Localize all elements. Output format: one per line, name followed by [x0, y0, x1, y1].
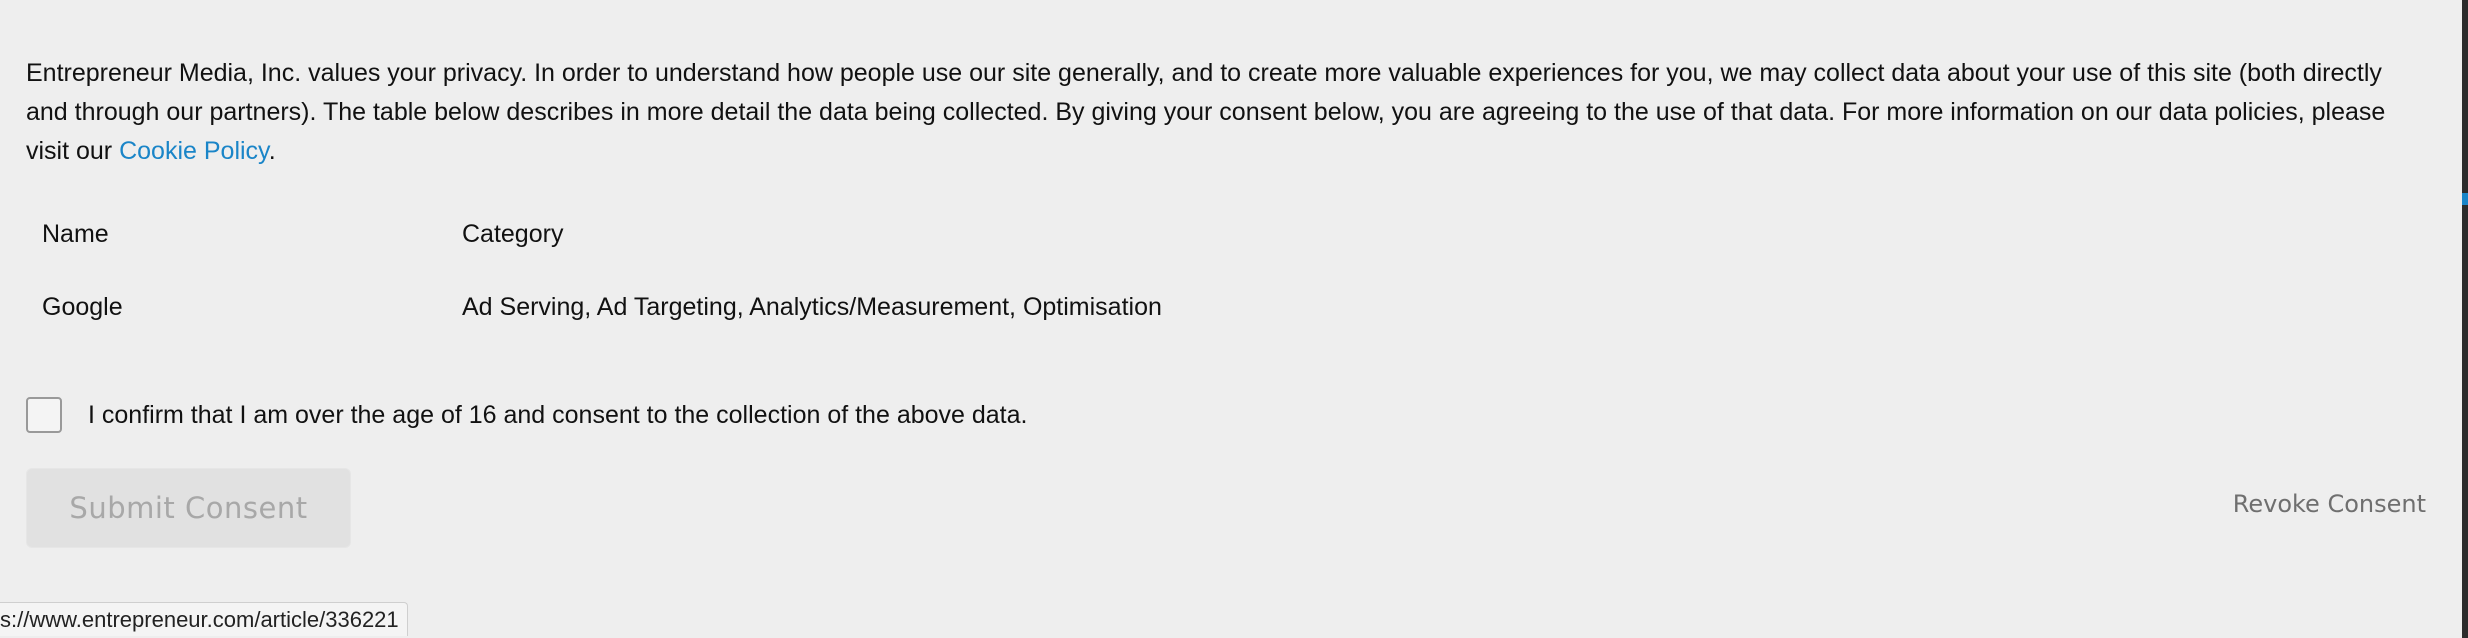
privacy-notice: Entrepreneur Media, Inc. values your pri…: [26, 54, 2406, 171]
column-header-name: Name: [42, 220, 109, 248]
consent-dialog: Entrepreneur Media, Inc. values your pri…: [0, 0, 2468, 638]
age-consent-label: I confirm that I am over the age of 16 a…: [88, 400, 1028, 429]
privacy-notice-end: .: [268, 137, 276, 165]
revoke-consent-button[interactable]: Revoke Consent: [2233, 490, 2426, 518]
privacy-notice-text: Entrepreneur Media, Inc. values your pri…: [26, 59, 2386, 165]
scrollbar[interactable]: [2462, 0, 2468, 638]
link-status-bar: s://www.entrepreneur.com/article/336221: [0, 602, 408, 636]
age-consent-checkbox[interactable]: [26, 397, 62, 433]
consent-row: I confirm that I am over the age of 16 a…: [26, 395, 1027, 435]
cookie-policy-link[interactable]: Cookie Policy: [119, 137, 269, 165]
row-name-cell: Google: [42, 293, 123, 321]
scrollbar-thumb[interactable]: [2462, 193, 2468, 205]
submit-consent-button[interactable]: Submit Consent: [26, 468, 351, 548]
row-category-cell: Ad Serving, Ad Targeting, Analytics/Meas…: [462, 293, 1162, 321]
column-header-category: Category: [462, 220, 564, 248]
